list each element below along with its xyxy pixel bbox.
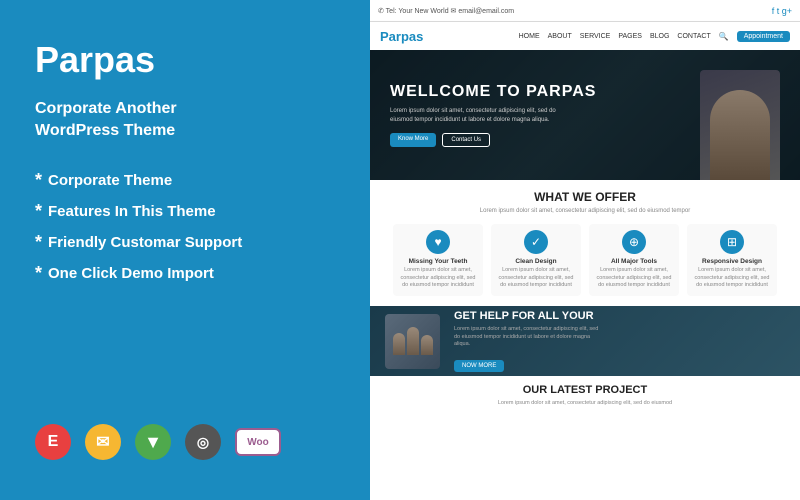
offer-title-4: Responsive Design: [693, 258, 771, 265]
topbar-social: f t g+: [772, 6, 792, 16]
person-1: [393, 333, 405, 355]
nav-contact: CONTACT: [677, 33, 710, 40]
nav-appointment-btn[interactable]: Appointment: [737, 31, 790, 42]
offer-icon-4: ⊞: [720, 230, 744, 254]
offer-card-3: ⊕ All Major Tools Lorem ipsum dolor sit …: [589, 224, 679, 296]
preview-logo: Parpas: [380, 29, 423, 44]
hero-description: Lorem ipsum dolor sit amet, consectetur …: [390, 107, 560, 125]
offer-title-1: Missing Your Teeth: [399, 258, 477, 265]
cta-left: GET HELP FOR ALL YOUR Lorem ipsum dolor …: [385, 310, 604, 372]
features-list: Corporate Theme Features In This Theme F…: [35, 170, 335, 284]
preview-nav: Parpas HOME ABOUT SERVICE PAGES BLOG CON…: [370, 22, 800, 50]
hero-person-silhouette: [710, 90, 770, 180]
feature-item-4: One Click Demo Import: [35, 263, 335, 284]
plugin-icon-bar: E ✉ ▼ ◎ Woo: [35, 424, 335, 460]
offers-section: WHAT WE OFFER Lorem ipsum dolor sit amet…: [370, 180, 800, 306]
cta-text-block: GET HELP FOR ALL YOUR Lorem ipsum dolor …: [454, 310, 604, 372]
offers-description: Lorem ipsum dolor sit amet, consectetur …: [385, 208, 785, 214]
offer-title-2: Clean Design: [497, 258, 575, 265]
offers-grid: ♥ Missing Your Teeth Lorem ipsum dolor s…: [385, 224, 785, 296]
offer-desc-3: Lorem ipsum dolor sit amet, consectetur …: [595, 267, 673, 290]
cta-section: GET HELP FOR ALL YOUR Lorem ipsum dolor …: [370, 306, 800, 376]
topbar-contact: ✆ Tel: Your New World ✉ email@email.com: [378, 7, 514, 15]
offer-title-3: All Major Tools: [595, 258, 673, 265]
offer-desc-1: Lorem ipsum dolor sit amet, consectetur …: [399, 267, 477, 290]
mailchimp-icon: ✉: [85, 424, 121, 460]
offer-desc-2: Lorem ipsum dolor sit amet, consectetur …: [497, 267, 575, 290]
feature-item-2: Features In This Theme: [35, 201, 335, 222]
offer-card-2: ✓ Clean Design Lorem ipsum dolor sit ame…: [491, 224, 581, 296]
hero-contact-btn[interactable]: Contact Us: [442, 133, 490, 147]
cta-people-image: [385, 314, 440, 369]
offer-icon-2: ✓: [524, 230, 548, 254]
offer-card-1: ♥ Missing Your Teeth Lorem ipsum dolor s…: [393, 224, 483, 296]
left-panel: Parpas Corporate AnotherWordPress Theme …: [0, 0, 370, 500]
offer-card-4: ⊞ Responsive Design Lorem ipsum dolor si…: [687, 224, 777, 296]
projects-section: OUR LATEST PROJECT Lorem ipsum dolor sit…: [370, 376, 800, 500]
website-preview: ✆ Tel: Your New World ✉ email@email.com …: [370, 0, 800, 500]
feature-item-1: Corporate Theme: [35, 170, 335, 191]
preview-nav-links: HOME ABOUT SERVICE PAGES BLOG CONTACT 🔍 …: [519, 31, 790, 42]
person-2: [407, 327, 419, 355]
projects-title: OUR LATEST PROJECT: [385, 384, 785, 396]
projects-description: Lorem ipsum dolor sit amet, consectetur …: [385, 400, 785, 406]
vuetify-icon: ▼: [135, 424, 171, 460]
nav-service: SERVICE: [580, 33, 611, 40]
theme-title: Parpas: [35, 40, 335, 80]
hero-person-image: [700, 70, 780, 180]
cta-description: Lorem ipsum dolor sit amet, consectetur …: [454, 326, 604, 349]
preview-topbar: ✆ Tel: Your New World ✉ email@email.com …: [370, 0, 800, 22]
nav-blog: BLOG: [650, 33, 669, 40]
woo-icon: Woo: [235, 428, 281, 456]
theme-subtitle: Corporate AnotherWordPress Theme: [35, 98, 335, 143]
cta-button[interactable]: NOW MORE: [454, 360, 504, 372]
hero-title: WELLCOME TO PARPAS: [390, 83, 596, 101]
hero-buttons: Know More Contact Us: [390, 133, 596, 147]
offer-icon-3: ⊕: [622, 230, 646, 254]
cta-heading: GET HELP FOR ALL YOUR: [454, 310, 604, 322]
topbar-left: ✆ Tel: Your New World ✉ email@email.com: [378, 7, 514, 15]
left-content: Parpas Corporate AnotherWordPress Theme …: [35, 40, 335, 294]
nav-home: HOME: [519, 33, 540, 40]
offer-desc-4: Lorem ipsum dolor sit amet, consectetur …: [693, 267, 771, 290]
website-preview-panel: ✆ Tel: Your New World ✉ email@email.com …: [370, 0, 800, 500]
feature-item-3: Friendly Customar Support: [35, 232, 335, 253]
search-icon: 🔍: [719, 32, 729, 41]
cta-people-silhouettes: [393, 327, 433, 355]
offers-title: WHAT WE OFFER: [385, 190, 785, 204]
headset-icon: ◎: [185, 424, 221, 460]
hero-know-more-btn[interactable]: Know More: [390, 133, 436, 147]
elementor-icon: E: [35, 424, 71, 460]
nav-pages: PAGES: [618, 33, 642, 40]
person-3: [421, 335, 433, 355]
nav-about: ABOUT: [548, 33, 572, 40]
hero-text: WELLCOME TO PARPAS Lorem ipsum dolor sit…: [390, 83, 596, 147]
preview-hero: WELLCOME TO PARPAS Lorem ipsum dolor sit…: [370, 50, 800, 180]
offer-icon-1: ♥: [426, 230, 450, 254]
